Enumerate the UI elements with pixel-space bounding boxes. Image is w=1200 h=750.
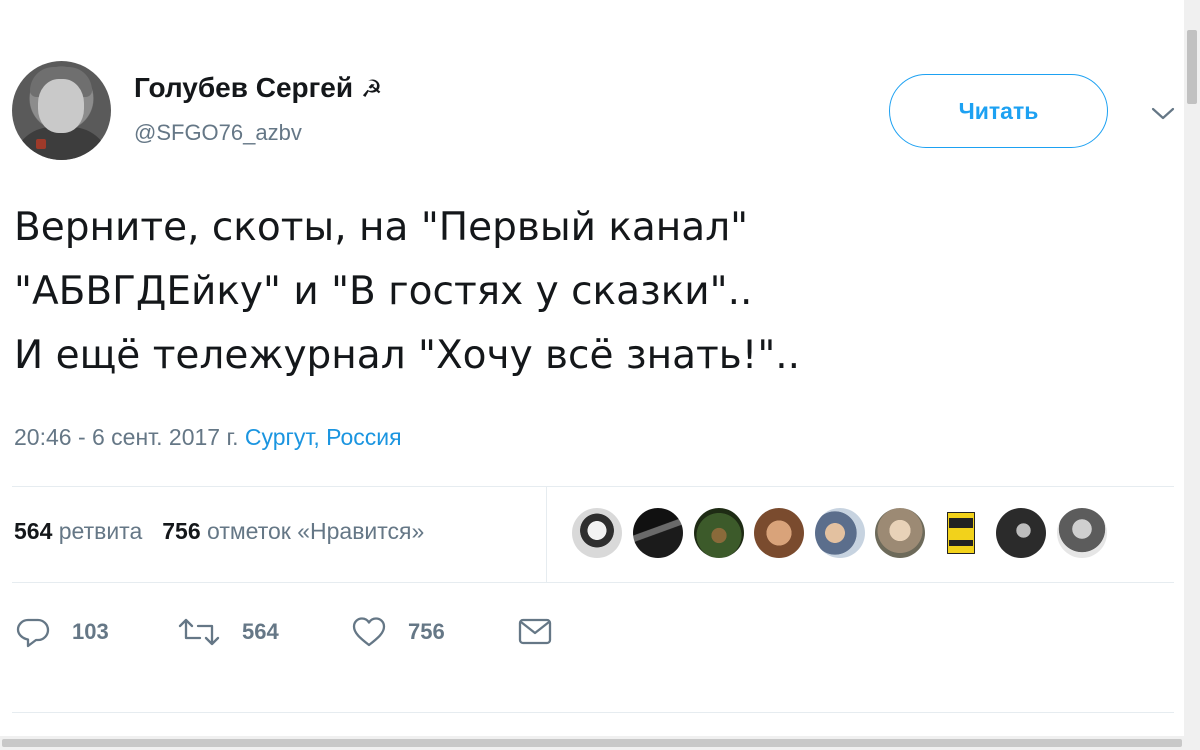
liker-avatar-6[interactable] <box>875 508 925 558</box>
liker-avatar-2[interactable] <box>633 508 683 558</box>
divider-footer <box>12 712 1174 713</box>
liker-avatar-3[interactable] <box>694 508 744 558</box>
tweet-text: Верните, скоты, на "Первый канал" "АБВГД… <box>14 196 1134 388</box>
author-name-text[interactable]: Голубев Сергей <box>134 72 353 103</box>
likes-label: отметок «Нравится» <box>207 518 425 544</box>
author-name[interactable]: Голубев Сергей ☭ <box>134 72 382 104</box>
reply-button[interactable]: 103 <box>16 612 109 652</box>
likes-stat[interactable]: 756 отметок «Нравится» <box>162 518 424 544</box>
tweet-card: Голубев Сергей ☭ @SFGO76_azbv Читать Вер… <box>0 0 1184 736</box>
vertical-scrollbar[interactable] <box>1184 0 1200 736</box>
author-avatar[interactable] <box>12 61 111 160</box>
liker-avatar-9[interactable] <box>1057 508 1107 558</box>
reply-count: 103 <box>72 619 109 644</box>
tweet-meta: 20:46 - 6 сент. 2017 г. Сургут, Россия <box>14 424 402 451</box>
hammer-sickle-icon: ☭ <box>360 75 383 103</box>
tweet-line: И ещё тележурнал "Хочу всё знать!".. <box>14 333 801 378</box>
chevron-down-icon[interactable] <box>1149 100 1177 128</box>
liker-avatar-4[interactable] <box>754 508 804 558</box>
location-link[interactable]: Сургут, Россия <box>245 424 402 450</box>
reply-icon <box>16 618 50 648</box>
like-count: 756 <box>408 619 445 644</box>
liker-avatar-7[interactable] <box>936 508 986 558</box>
retweet-icon <box>178 618 220 646</box>
envelope-icon <box>518 618 552 645</box>
retweets-count: 564 <box>14 518 53 544</box>
heart-icon <box>352 617 386 647</box>
horizontal-scrollbar-thumb[interactable] <box>2 739 1182 747</box>
follow-button[interactable]: Читать <box>889 74 1108 148</box>
dm-button[interactable] <box>518 612 574 652</box>
retweet-count: 564 <box>242 619 279 644</box>
stats-divider <box>546 486 547 582</box>
liker-avatar-8[interactable] <box>996 508 1046 558</box>
tweet-stats: 564 ретвита 756 отметок «Нравится» <box>14 518 424 545</box>
timestamp[interactable]: 20:46 - 6 сент. 2017 г. <box>14 424 238 450</box>
retweet-button[interactable]: 564 <box>178 612 279 652</box>
liker-avatar-5[interactable] <box>815 508 865 558</box>
retweets-stat[interactable]: 564 ретвита <box>14 518 142 544</box>
author-handle[interactable]: @SFGO76_azbv <box>134 120 302 146</box>
liker-avatar-1[interactable] <box>572 508 622 558</box>
divider-top <box>12 486 1174 487</box>
like-button[interactable]: 756 <box>352 612 445 652</box>
horizontal-scrollbar[interactable] <box>0 736 1200 750</box>
tweet-line: Верните, скоты, на "Первый канал" <box>14 205 749 250</box>
likes-count: 756 <box>162 518 201 544</box>
retweets-label: ретвита <box>58 518 143 544</box>
vertical-scrollbar-thumb[interactable] <box>1187 30 1197 104</box>
tweet-line: "АБВГДЕйку" и "В гостях у сказки".. <box>14 269 753 314</box>
divider-bottom <box>12 582 1174 583</box>
